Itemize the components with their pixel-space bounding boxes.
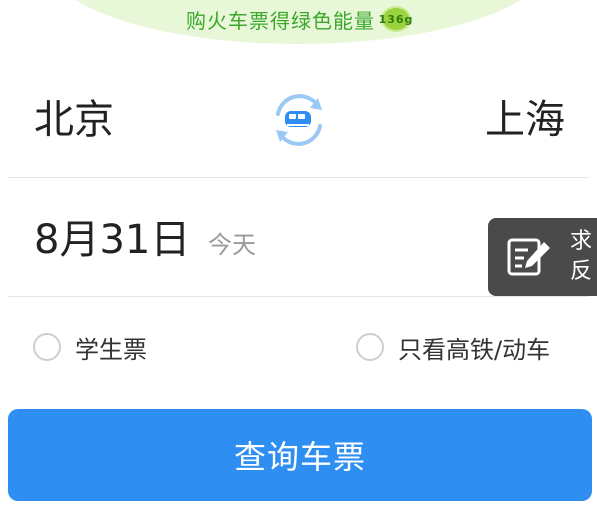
highspeed-only-label: 只看高铁/动车 [398, 335, 551, 364]
train-swap-icon [276, 94, 322, 146]
energy-badge: 136g [379, 6, 412, 32]
feedback-label-line1: 求 [570, 229, 593, 254]
swap-stations-button[interactable] [268, 92, 330, 148]
student-ticket-label: 学生票 [75, 335, 147, 364]
edit-feedback-icon [507, 238, 550, 276]
date-hint-today: 今天 [208, 231, 256, 259]
divider [8, 296, 589, 297]
green-energy-banner[interactable]: 购火车票得绿色能量 136g [0, 2, 597, 36]
departure-date[interactable]: 8月31日 [34, 215, 190, 265]
student-ticket-radio[interactable] [33, 333, 61, 361]
feedback-tab[interactable]: 求 反 [488, 218, 597, 296]
student-ticket-option[interactable]: 学生票 [33, 330, 147, 364]
train-ticket-search-page: 购火车票得绿色能量 136g 北京 上海 8月31日 今天 求 反 学生票 只看… [0, 0, 597, 519]
divider [8, 177, 589, 178]
highspeed-only-option[interactable]: 只看高铁/动车 [356, 330, 550, 364]
banner-text: 购火车票得绿色能量 [186, 8, 375, 33]
departure-station[interactable]: 北京 [34, 96, 114, 144]
search-tickets-button[interactable]: 查询车票 [8, 409, 592, 501]
arrival-station[interactable]: 上海 [485, 96, 565, 144]
highspeed-only-radio[interactable] [356, 333, 384, 361]
feedback-label-line2: 反 [570, 259, 593, 284]
